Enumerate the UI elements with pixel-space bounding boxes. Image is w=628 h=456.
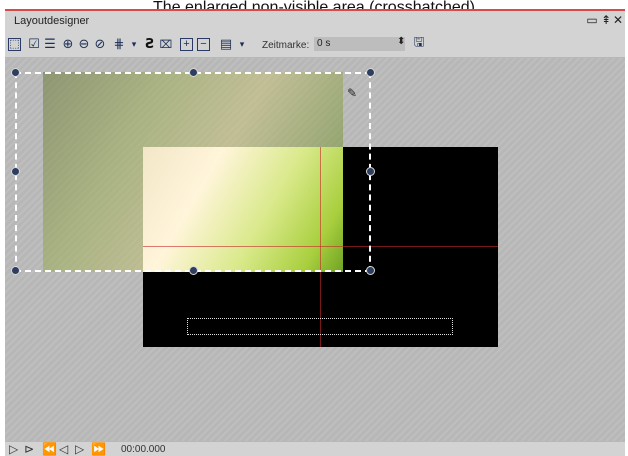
timecode: 00:00.000 [121,444,166,455]
grid-icon[interactable]: ⋕ [111,36,127,52]
pen-icon[interactable]: ✎ [347,86,357,100]
zoom-in-icon[interactable]: ⊕ [60,36,76,52]
title-bar: Layoutdesigner ▭ ⇞ ✕ [5,11,625,31]
zoom-out-icon[interactable]: ⊖ [76,36,92,52]
save-icon[interactable]: 🖫 [411,34,427,52]
close-icon[interactable]: ✕ [611,13,625,27]
resize-handle-top-right[interactable] [366,68,375,77]
play-from-start-icon[interactable]: ⊳ [24,442,34,456]
play-icon[interactable]: ▷ [9,442,18,456]
chevron-down-icon[interactable]: ▾ [234,36,250,52]
resize-handle-bottom-left[interactable] [11,266,20,275]
select-icon[interactable]: ⬚ [8,38,21,51]
resize-handle-top-left[interactable] [11,68,20,77]
check-icon[interactable]: ☑ [26,36,42,52]
resize-handle-top[interactable] [189,68,198,77]
rewind-icon[interactable]: ⏪ [42,442,57,456]
layoutdesigner-window: Layoutdesigner ▭ ⇞ ✕ ⬚ ☑ ☰ ⊕ ⊖ ⊘ ⋕ ▾ Ꙅ ⌧… [5,9,625,456]
resize-handle-bottom[interactable] [189,266,198,275]
selection-frame[interactable] [15,72,371,272]
window-title: Layoutdesigner [14,15,90,27]
minus-box-icon[interactable]: − [197,38,210,51]
list-icon[interactable]: ☰ [42,36,58,52]
zeitmarke-label: Zeitmarke: [262,40,310,51]
align-icon[interactable]: ▤ [218,36,234,52]
step-forward-icon[interactable]: ▷ [75,442,84,456]
resize-handle-left[interactable] [11,167,20,176]
resize-handle-right[interactable] [366,167,375,176]
zeitmarke-input[interactable]: 0 s [314,37,405,51]
resize-handle-bottom-right[interactable] [366,266,375,275]
curve-icon[interactable]: Ꙅ [142,36,158,52]
text-placeholder-frame[interactable] [187,318,453,335]
status-bar: ▷ ⊳ ⏪ ◁ ▷ ⏩ 00:00.000 [5,441,625,456]
plus-box-icon[interactable]: + [180,38,193,51]
layout-canvas[interactable]: ✎ [5,58,625,441]
spinner-icon[interactable]: ⬍ [397,36,405,47]
toolbar: ⬚ ☑ ☰ ⊕ ⊖ ⊘ ⋕ ▾ Ꙅ ⌧ + − ▤ ▾ Zeitmarke: 0… [5,31,625,58]
step-back-icon[interactable]: ◁ [59,442,68,456]
zoom-fit-icon[interactable]: ⊘ [92,36,108,52]
chevron-down-icon[interactable]: ▾ [126,36,142,52]
text-frame-icon[interactable]: ⌧ [158,36,174,52]
maximize-icon[interactable]: ▭ [585,13,599,27]
fast-forward-icon[interactable]: ⏩ [91,442,106,456]
